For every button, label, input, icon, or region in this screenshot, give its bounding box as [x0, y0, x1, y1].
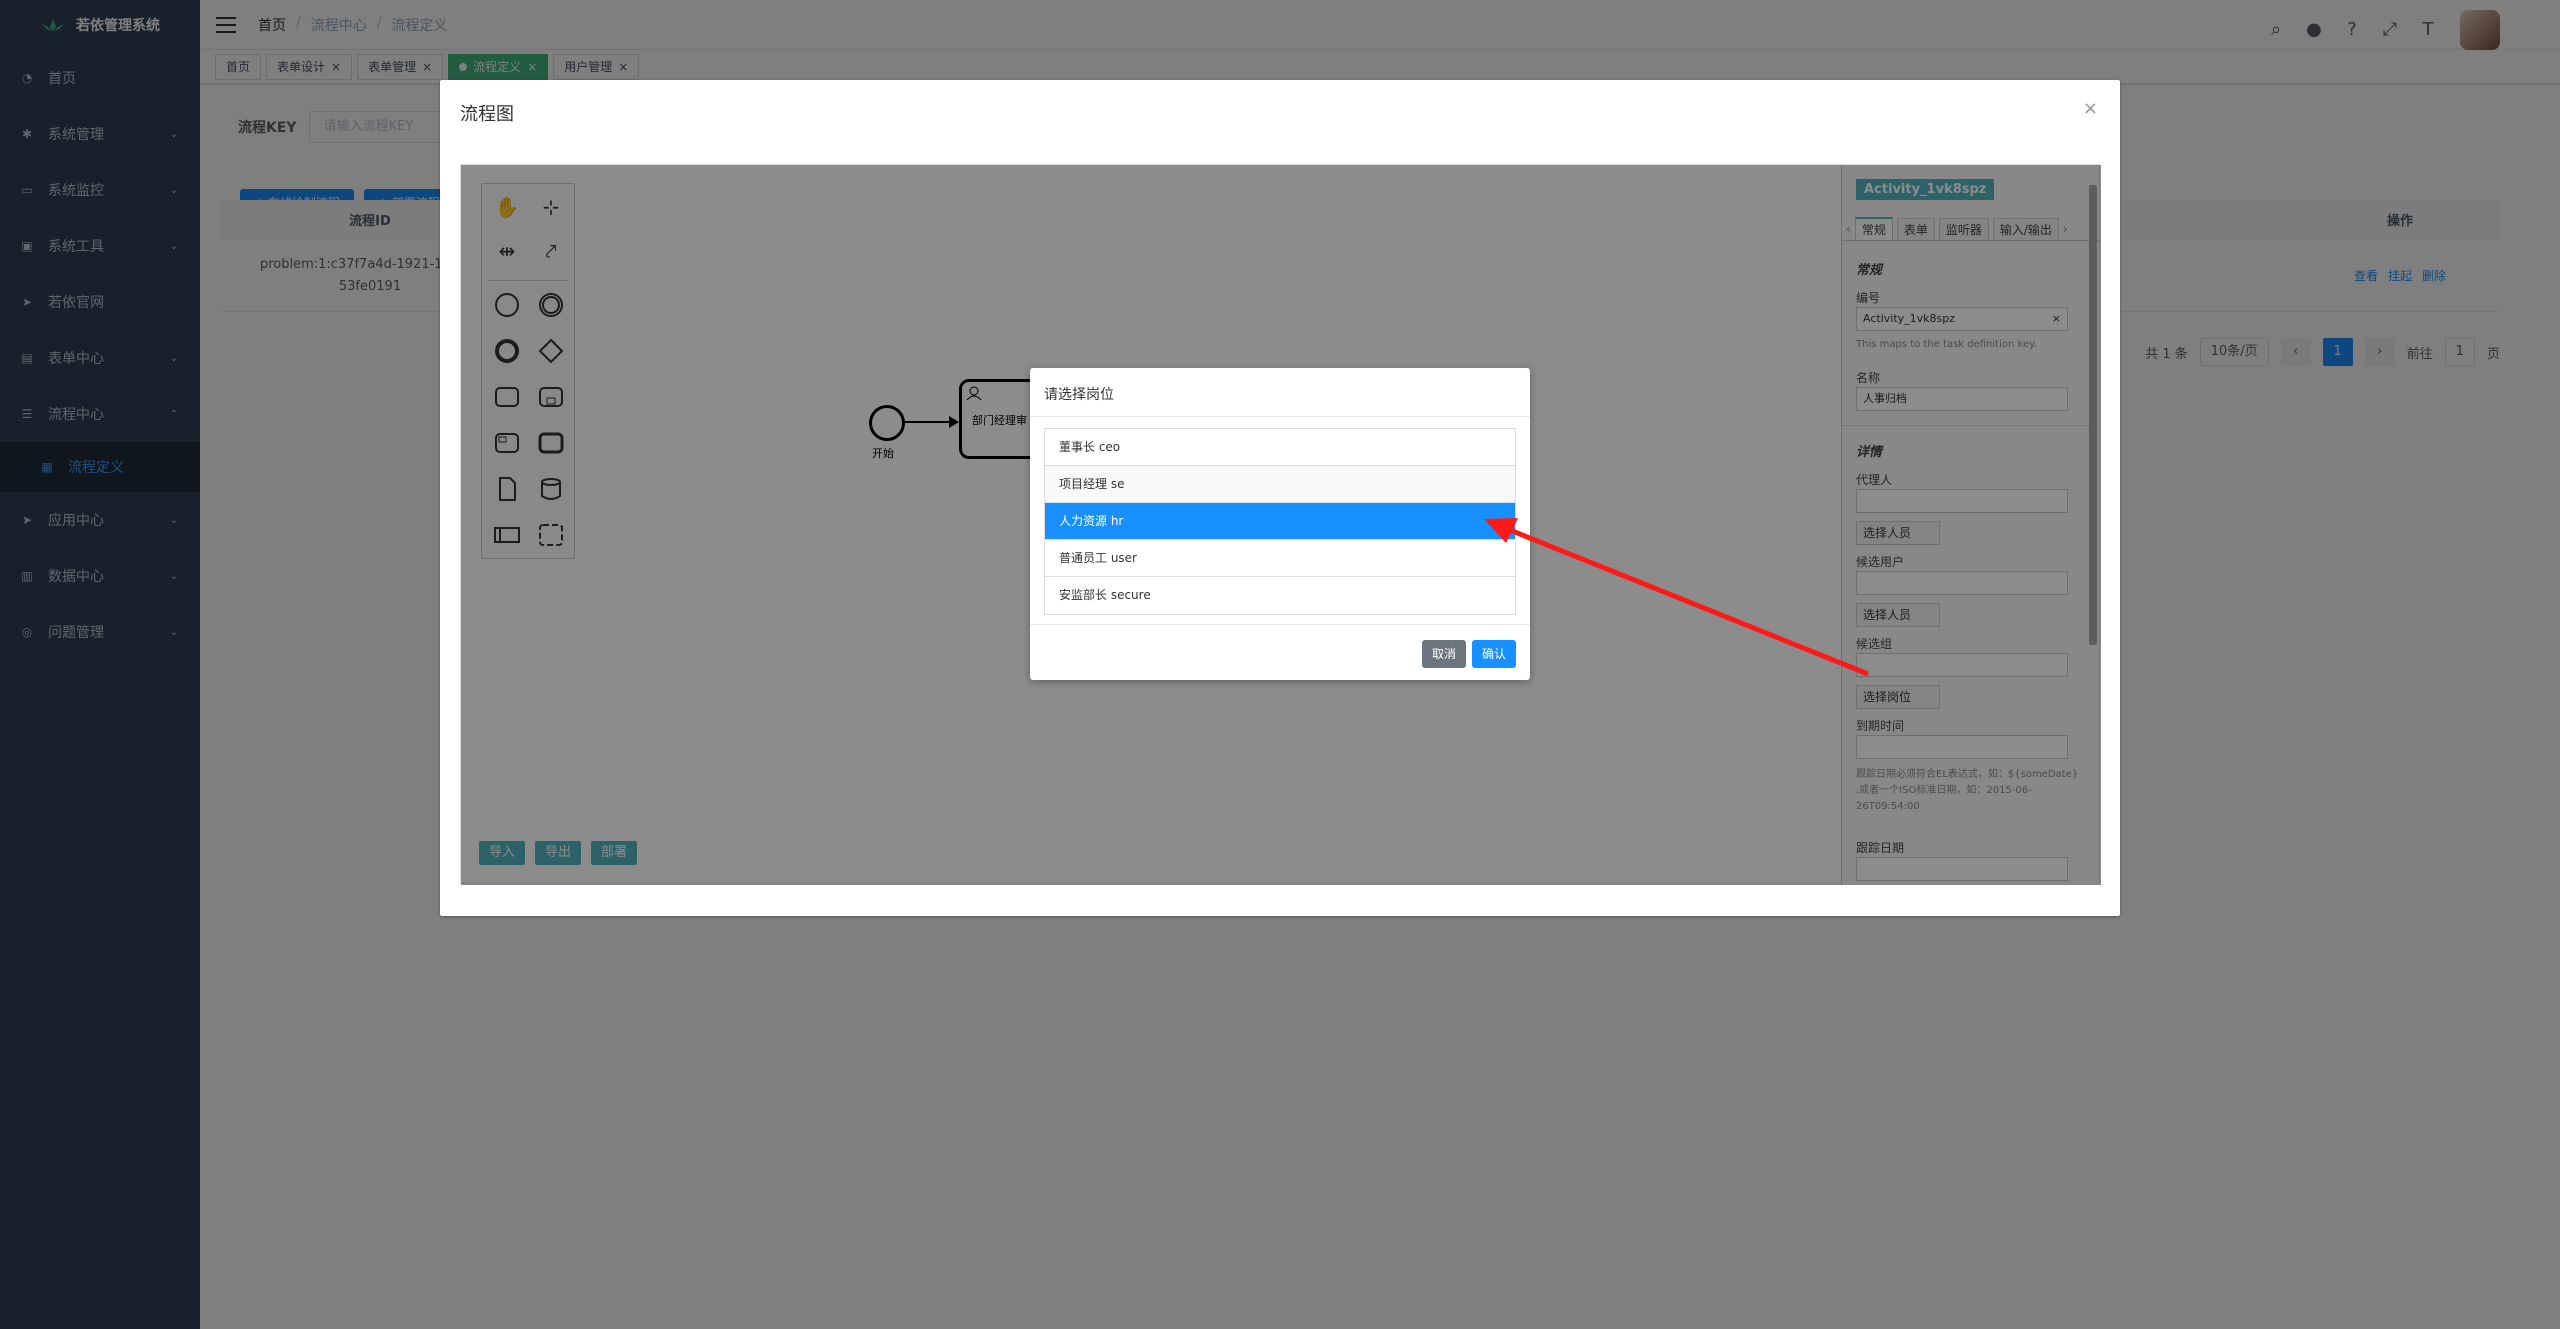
post-list: 董事长 ceo 项目经理 se 人力资源 hr 普通员工 user 安监部长 s… [1044, 428, 1516, 615]
post-option-hr[interactable]: 人力资源 hr [1045, 503, 1515, 540]
modal-header-divider [1030, 416, 1530, 417]
confirm-button[interactable]: 确认 [1472, 640, 1517, 668]
modal-footer-divider [1030, 624, 1530, 625]
post-option-se[interactable]: 项目经理 se [1045, 466, 1515, 503]
cancel-button[interactable]: 取消 [1422, 640, 1467, 668]
post-option-ceo[interactable]: 董事长 ceo [1045, 429, 1515, 466]
dialog-title: 流程图 [460, 104, 514, 125]
post-option-user[interactable]: 普通员工 user [1045, 540, 1515, 577]
close-icon[interactable]: × [2083, 98, 2098, 119]
select-post-modal: 请选择岗位 董事长 ceo 项目经理 se 人力资源 hr 普通员工 user … [1030, 368, 1530, 680]
post-option-secure[interactable]: 安监部长 secure [1045, 577, 1515, 614]
modal-title: 请选择岗位 [1044, 387, 1114, 403]
